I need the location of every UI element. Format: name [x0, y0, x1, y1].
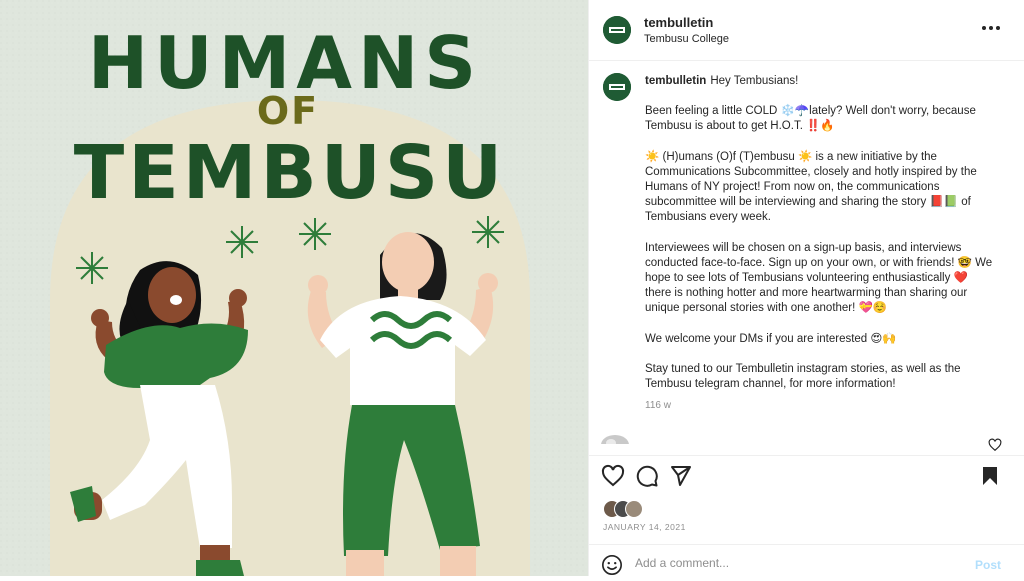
- emoji-button[interactable]: [601, 554, 623, 576]
- post-date[interactable]: JANUARY 14, 2021: [603, 522, 686, 532]
- liked-by-avatars[interactable]: [603, 500, 653, 518]
- comment-bar: Post: [589, 550, 1024, 576]
- caption-time-ago[interactable]: 116 w: [645, 400, 671, 411]
- account-avatar[interactable]: [603, 16, 631, 44]
- save-button[interactable]: [978, 464, 1002, 488]
- actions-divider: [589, 455, 1024, 456]
- caption-paragraph: Stay tuned to our Tembulletin instagram …: [645, 362, 961, 391]
- caption-paragraph: Interviewees will be chosen on a sign-up…: [645, 241, 993, 315]
- caption: tembulletin Hey Tembusians! Been feeling …: [645, 74, 997, 407]
- more-horizontal-icon: [982, 26, 1000, 30]
- caption-paragraph: Been feeling a little COLD ❄️☂️lately? W…: [645, 105, 976, 133]
- artwork-title-of: OF: [257, 89, 319, 133]
- header-username[interactable]: tembulletin: [644, 15, 713, 30]
- bookmark-filled-icon: [983, 467, 997, 485]
- college-crest-icon: [603, 73, 631, 101]
- heart-outline-icon: [601, 464, 625, 487]
- college-crest-icon: [603, 16, 631, 44]
- comment-input[interactable]: [635, 556, 955, 570]
- caption-avatar[interactable]: [603, 73, 631, 101]
- comment-button[interactable]: [635, 464, 659, 488]
- comment-bubble-icon: [636, 465, 658, 487]
- share-button[interactable]: [669, 464, 693, 488]
- more-options-button[interactable]: [979, 16, 1003, 40]
- smiley-icon: [602, 555, 622, 575]
- paper-plane-icon: [671, 466, 691, 486]
- comment-avatar[interactable]: [601, 432, 629, 444]
- caption-line-1: tembulletin Hey Tembusians!: [645, 75, 799, 87]
- comment-divider: [589, 544, 1024, 545]
- caption-paragraph: We welcome your DMs if you are intereste…: [645, 332, 897, 345]
- post-image[interactable]: HUMANS OF TEMBUSU: [0, 0, 588, 576]
- header-location[interactable]: Tembusu College: [644, 33, 729, 45]
- caption-paragraph: ☀️ (H)umans (O)f (T)embusu ☀️ is a new i…: [645, 150, 977, 224]
- header-divider: [589, 60, 1024, 61]
- like-button[interactable]: [601, 464, 625, 488]
- post-comment-button[interactable]: Post: [975, 558, 1001, 572]
- post-artwork: HUMANS OF TEMBUSU: [0, 0, 588, 576]
- artwork-title-tembusu: TEMBUSU: [74, 130, 507, 216]
- liker-avatar[interactable]: [625, 500, 643, 518]
- heart-outline-icon: [988, 438, 1002, 452]
- caption-username[interactable]: tembulletin: [645, 75, 706, 87]
- comment-like-button[interactable]: [988, 438, 1002, 452]
- post-side-panel: tembulletin Tembusu College tembulletin H…: [588, 0, 1024, 576]
